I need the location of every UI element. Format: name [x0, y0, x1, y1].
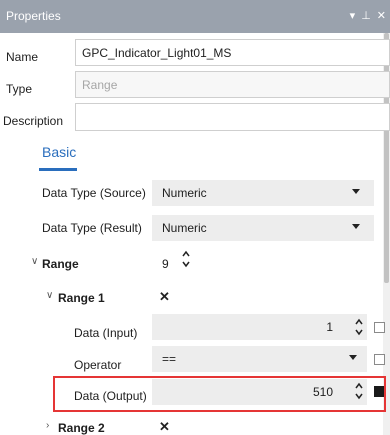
operator-select[interactable]: == — [152, 346, 367, 372]
operator-checkbox[interactable] — [374, 354, 385, 365]
data-type-source-select[interactable]: Numeric — [152, 180, 374, 206]
close-icon[interactable]: ✕ — [377, 9, 386, 22]
spin-up-icon — [355, 318, 363, 325]
spin-down-icon — [355, 329, 363, 336]
data-type-result-label: Data Type (Result) — [42, 221, 142, 235]
data-input-checkbox[interactable] — [374, 322, 385, 333]
type-label: Type — [6, 82, 33, 96]
data-type-result-value: Numeric — [162, 221, 207, 235]
dropdown-caret-icon — [349, 355, 357, 360]
data-input-spinner[interactable] — [353, 318, 365, 338]
description-label: Description — [3, 114, 64, 128]
spin-up-icon — [182, 250, 190, 257]
data-input-field[interactable]: 1 — [152, 314, 367, 340]
titlebar-controls: ▾ ⊥ ✕ — [350, 9, 386, 22]
name-field[interactable]: GPC_Indicator_Light01_MS — [75, 39, 390, 66]
properties-titlebar: Properties ▾ ⊥ ✕ — [0, 0, 390, 33]
range-label: Range — [42, 257, 79, 271]
operator-value: == — [162, 352, 177, 366]
range1-label: Range 1 — [58, 291, 105, 305]
dropdown-caret-icon — [352, 224, 360, 229]
range1-remove-icon[interactable]: ✕ — [159, 289, 170, 305]
spin-down-icon — [182, 261, 190, 268]
range-value[interactable]: 9 — [162, 257, 169, 271]
collapse-arrow-icon[interactable]: ∨ — [46, 290, 53, 301]
pin-icon[interactable]: ⊥ — [361, 9, 371, 22]
description-field[interactable] — [75, 103, 390, 131]
highlight-box — [53, 376, 386, 412]
expand-arrow-icon[interactable]: › — [46, 420, 49, 431]
data-input-value: 1 — [326, 320, 333, 334]
dropdown-menu-icon[interactable]: ▾ — [350, 9, 356, 22]
tab-basic[interactable]: Basic — [42, 144, 76, 160]
data-type-result-select[interactable]: Numeric — [152, 215, 374, 241]
collapse-arrow-icon[interactable]: ∨ — [31, 256, 38, 267]
range2-remove-icon[interactable]: ✕ — [159, 419, 170, 435]
data-type-source-value: Numeric — [162, 186, 207, 200]
panel-title: Properties — [6, 9, 61, 23]
name-label: Name — [6, 50, 39, 64]
type-field: Range — [75, 71, 390, 98]
operator-label: Operator — [74, 358, 122, 372]
range-spinner[interactable] — [180, 250, 192, 270]
range2-label: Range 2 — [58, 421, 105, 435]
tab-basic-underline — [39, 168, 77, 171]
dropdown-caret-icon — [352, 189, 360, 194]
data-input-label: Data (Input) — [74, 326, 138, 340]
data-type-source-label: Data Type (Source) — [42, 186, 146, 200]
